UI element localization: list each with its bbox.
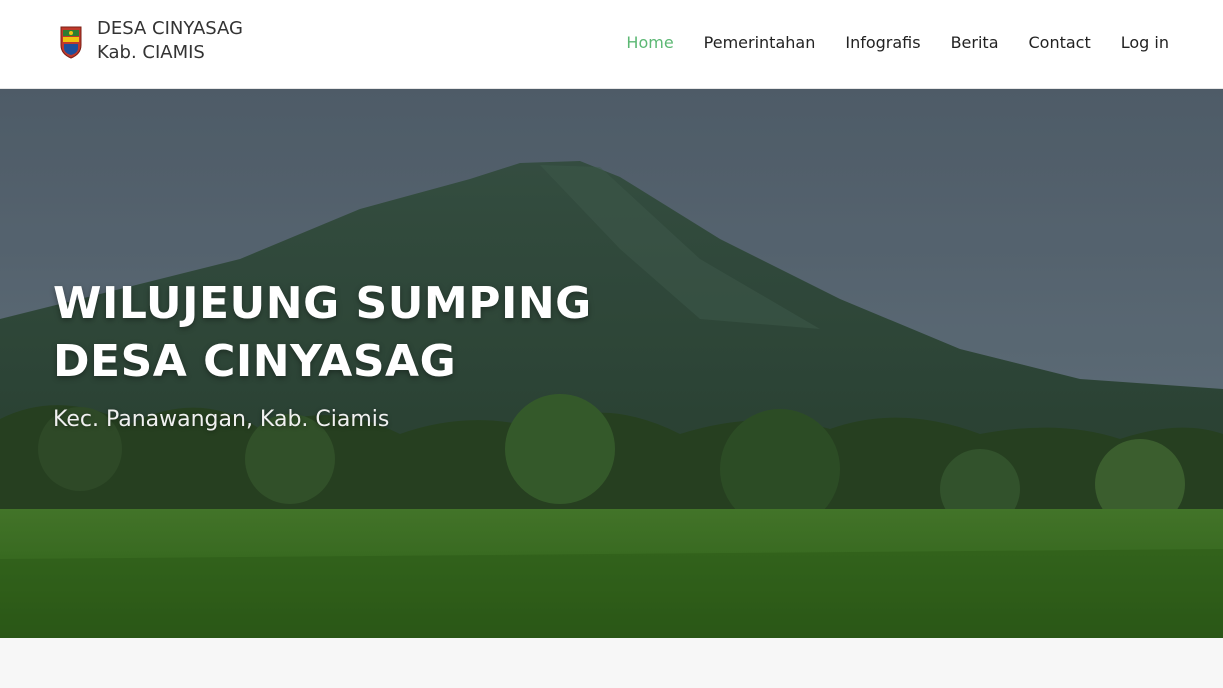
main-nav: Home Pemerintahan Infografis Berita Cont… [596,31,1169,55]
hero-text-block: WILUJEUNG SUMPING DESA CINYASAG Kec. Pan… [53,275,592,432]
content-section-start [0,638,1223,688]
hero-section: WILUJEUNG SUMPING DESA CINYASAG Kec. Pan… [0,89,1223,638]
site-header: DESA CINYASAG Kab. CIAMIS Home Pemerinta… [0,0,1223,89]
nav-item-login[interactable]: Log in [1121,31,1169,55]
nav-item-contact[interactable]: Contact [1029,31,1091,55]
brand-region: Kab. CIAMIS [97,42,205,63]
brand[interactable]: DESA CINYASAG Kab. CIAMIS [59,17,243,65]
hero-subtitle: Kec. Panawangan, Kab. Ciamis [53,407,390,432]
nav-item-home[interactable]: Home [626,31,673,55]
nav-item-pemerintahan[interactable]: Pemerintahan [704,31,816,55]
nav-item-infografis[interactable]: Infografis [845,31,920,55]
hero-title-line1: WILUJEUNG SUMPING [53,278,592,329]
hero-title-line2: DESA CINYASAG [53,336,457,387]
brand-name: DESA CINYASAG [97,18,243,39]
nav-item-berita[interactable]: Berita [951,31,999,55]
village-crest-icon [60,26,82,59]
